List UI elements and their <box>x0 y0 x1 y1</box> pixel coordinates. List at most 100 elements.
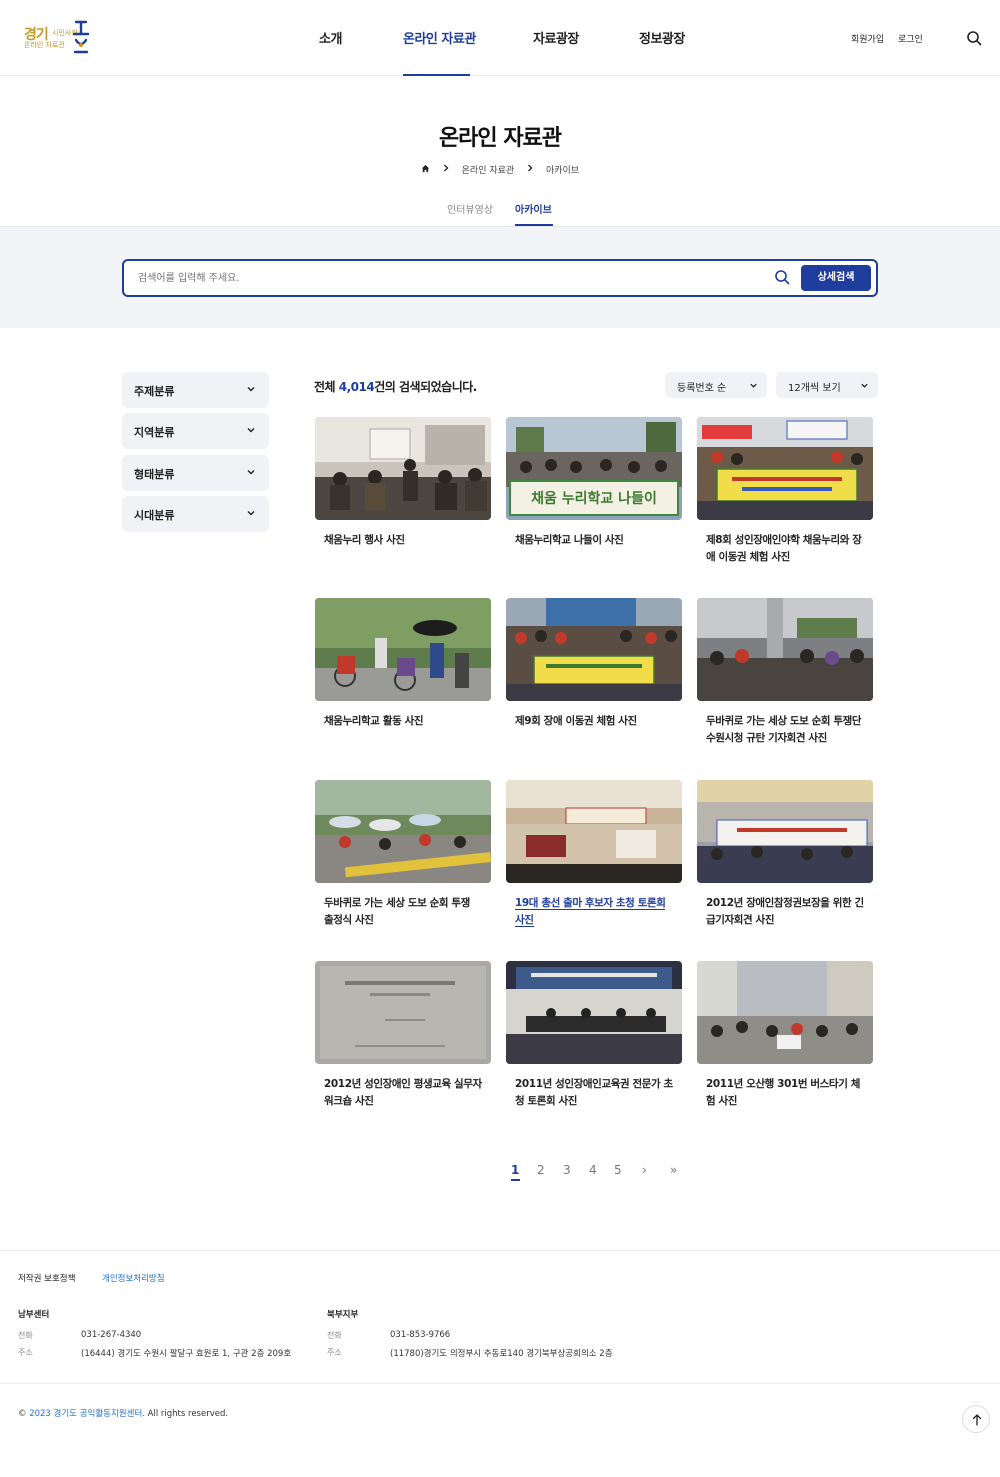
archive-thumbnail[interactable] <box>697 598 873 701</box>
south-phone: 031-267-4340 <box>81 1330 142 1340</box>
chevron-down-icon <box>750 383 757 388</box>
nav-info-plaza[interactable]: 정보광장 <box>639 28 685 47</box>
phone-label: 전화 <box>327 1331 342 1340</box>
archive-thumbnail[interactable] <box>315 961 491 1064</box>
south-address: (16444) 경기도 수원시 팔달구 효원로 1, 구관 2층 209호 <box>81 1349 292 1359</box>
archive-thumbnail[interactable] <box>506 780 682 883</box>
archive-thumbnail[interactable] <box>506 598 682 701</box>
archive-thumbnail[interactable] <box>315 780 491 883</box>
archive-thumbnail[interactable] <box>697 417 873 520</box>
archive-caption[interactable]: 2012년 장애인참정권보장을 위한 긴급기자회견 사진 <box>697 895 873 929</box>
footer-divider <box>0 1383 1000 1384</box>
archive-caption[interactable]: 채움누리학교 나들이 사진 <box>506 532 682 549</box>
nav-online-archive[interactable]: 온라인 자료관 <box>403 28 476 47</box>
archive-caption[interactable]: 제8회 성인장애인야학 채움누리와 장애 이동권 체험 사진 <box>697 532 873 566</box>
page-4[interactable]: 4 <box>589 1163 597 1177</box>
banner-text: 채움 누리학교 나들이 <box>531 490 657 507</box>
sort-select[interactable]: 등록번호 순 <box>665 372 767 398</box>
archive-thumbnail[interactable]: 채움 누리학교 나들이 <box>506 417 682 520</box>
page-2[interactable]: 2 <box>537 1163 545 1177</box>
caption-text: 2012년 성인장애인 평생교육 실무자 워크숍 사진 <box>324 1078 482 1107</box>
search-icon[interactable] <box>774 269 790 285</box>
filter-region[interactable]: 지역분류 <box>122 413 269 449</box>
caption-text: 두바퀴로 가는 세상 도보 순회 투쟁단 수원시청 규탄 기자회견 사진 <box>706 715 862 744</box>
page-5[interactable]: 5 <box>614 1163 622 1177</box>
archive-thumbnail[interactable] <box>315 417 491 520</box>
address-label: 주소 <box>327 1348 342 1357</box>
filter-label: 주제분류 <box>134 385 175 398</box>
next-page-button[interactable]: › <box>642 1163 647 1177</box>
archive-card[interactable]: 제9회 장애 이동권 체험 사진 <box>506 598 682 730</box>
archive-card[interactable]: 2011년 성인장애인교육권 전문가 초청 토론회 사진 <box>506 961 682 1110</box>
advanced-search-button[interactable]: 상세검색 <box>801 265 871 291</box>
page-1[interactable]: 1 <box>511 1163 519 1177</box>
archive-card[interactable]: 채움누리학교 활동 사진 <box>315 598 491 730</box>
filter-era[interactable]: 시대분류 <box>122 496 269 532</box>
current-page-indicator <box>511 1179 520 1181</box>
privacy-policy-link[interactable]: 개인정보처리방침 <box>102 1272 165 1284</box>
result-number: 4,014 <box>338 380 375 394</box>
archive-thumbnail[interactable] <box>506 961 682 1064</box>
nav-intro[interactable]: 소개 <box>319 28 342 47</box>
archive-caption-hovered[interactable]: 19대 총선 출마 후보자 초청 토론회 사진 <box>506 895 682 929</box>
archive-caption[interactable]: 두바퀴로 가는 세상 도보 순회 투쟁단 수원시청 규탄 기자회견 사진 <box>697 713 873 747</box>
copyright-policy-link[interactable]: 저작권 보호정책 <box>18 1272 75 1284</box>
caption-text: 제8회 성인장애인야학 채움누리와 장애 이동권 체험 사진 <box>706 534 862 563</box>
arrow-up-icon <box>972 1414 982 1426</box>
archive-caption[interactable]: 채움누리 행사 사진 <box>315 532 491 549</box>
copyright: © 2023 경기도 공익활동지원센터. All rights reserved… <box>18 1407 228 1419</box>
caption-text: 채움누리학교 나들이 사진 <box>515 534 624 546</box>
filter-label: 시대분류 <box>134 509 175 522</box>
tab-interview-video[interactable]: 인터뷰영상 <box>447 201 493 216</box>
filter-subject[interactable]: 주제분류 <box>122 372 269 408</box>
archive-caption[interactable]: 두바퀴로 가는 세상 도보 순회 투쟁 출정식 사진 <box>315 895 491 929</box>
archive-caption[interactable]: 제9회 장애 이동권 체험 사진 <box>506 713 682 730</box>
archive-caption[interactable]: 채움누리학교 활동 사진 <box>315 713 491 730</box>
last-page-button[interactable]: » <box>670 1163 677 1177</box>
archive-thumbnail[interactable] <box>315 598 491 701</box>
login-link[interactable]: 로그인 <box>898 32 923 45</box>
archive-card[interactable]: 19대 총선 출마 후보자 초청 토론회 사진 <box>506 780 682 929</box>
filter-label: 지역분류 <box>134 426 175 439</box>
archive-card[interactable]: 채움 누리학교 나들이 채움누리학교 나들이 사진 <box>506 417 682 549</box>
archive-card[interactable]: 두바퀴로 가는 세상 도보 순회 투쟁 출정식 사진 <box>315 780 491 929</box>
copyright-symbol: © <box>18 1409 27 1419</box>
archive-caption[interactable]: 2011년 성인장애인교육권 전문가 초청 토론회 사진 <box>506 1076 682 1110</box>
phone-label: 전화 <box>18 1331 33 1340</box>
south-center-title: 남부센터 <box>18 1310 50 1320</box>
archive-card[interactable]: 2012년 성인장애인 평생교육 실무자 워크숍 사진 <box>315 961 491 1110</box>
breadcrumb-item[interactable]: 온라인 자료관 <box>462 163 515 176</box>
copyright-rest: All rights reserved. <box>147 1409 229 1419</box>
search-box: 상세검색 <box>122 259 878 297</box>
chevron-down-icon <box>247 470 255 475</box>
caption-text: 채움누리 행사 사진 <box>324 534 405 546</box>
home-icon[interactable] <box>421 164 430 176</box>
archive-card[interactable]: 2012년 장애인참정권보장을 위한 긴급기자회견 사진 <box>697 780 873 929</box>
chevron-down-icon <box>247 387 255 392</box>
archive-card[interactable]: 두바퀴로 가는 세상 도보 순회 투쟁단 수원시청 규탄 기자회견 사진 <box>697 598 873 747</box>
view-count-select[interactable]: 12개씩 보기 <box>776 372 878 398</box>
search-icon[interactable] <box>966 30 982 46</box>
north-phone: 031-853-9766 <box>390 1330 451 1340</box>
tab-archive[interactable]: 아카이브 <box>515 201 552 216</box>
caption-text: 2011년 오산행 301번 버스타기 체험 사진 <box>706 1078 860 1107</box>
signup-link[interactable]: 회원가입 <box>851 32 884 45</box>
nav-resource-plaza[interactable]: 자료광장 <box>533 28 579 47</box>
archive-card[interactable]: 제8회 성인장애인야학 채움누리와 장애 이동권 체험 사진 <box>697 417 873 566</box>
caption-text: 2012년 장애인참정권보장을 위한 긴급기자회견 사진 <box>706 897 864 926</box>
active-nav-indicator <box>403 74 470 76</box>
scroll-to-top-button[interactable] <box>962 1405 990 1433</box>
archive-caption[interactable]: 2011년 오산행 301번 버스타기 체험 사진 <box>697 1076 873 1110</box>
site-header: 경기 시민사회 온라인 자료관 소개 온라인 자료관 자료광장 정보광장 회원가… <box>0 0 1000 76</box>
archive-card[interactable]: 2011년 오산행 301번 버스타기 체험 사진 <box>697 961 873 1110</box>
page-3[interactable]: 3 <box>563 1163 571 1177</box>
page-title: 온라인 자료관 <box>438 126 562 151</box>
result-suffix: 건의 검색되었습니다. <box>374 380 477 394</box>
archive-caption[interactable]: 2012년 성인장애인 평생교육 실무자 워크숍 사진 <box>315 1076 491 1110</box>
search-input[interactable] <box>138 269 738 287</box>
archive-thumbnail[interactable] <box>697 961 873 1064</box>
archive-thumbnail[interactable] <box>697 780 873 883</box>
sort-label: 등록번호 순 <box>677 383 727 394</box>
filter-type[interactable]: 형태분류 <box>122 455 269 491</box>
archive-card[interactable]: 채움누리 행사 사진 <box>315 417 491 549</box>
